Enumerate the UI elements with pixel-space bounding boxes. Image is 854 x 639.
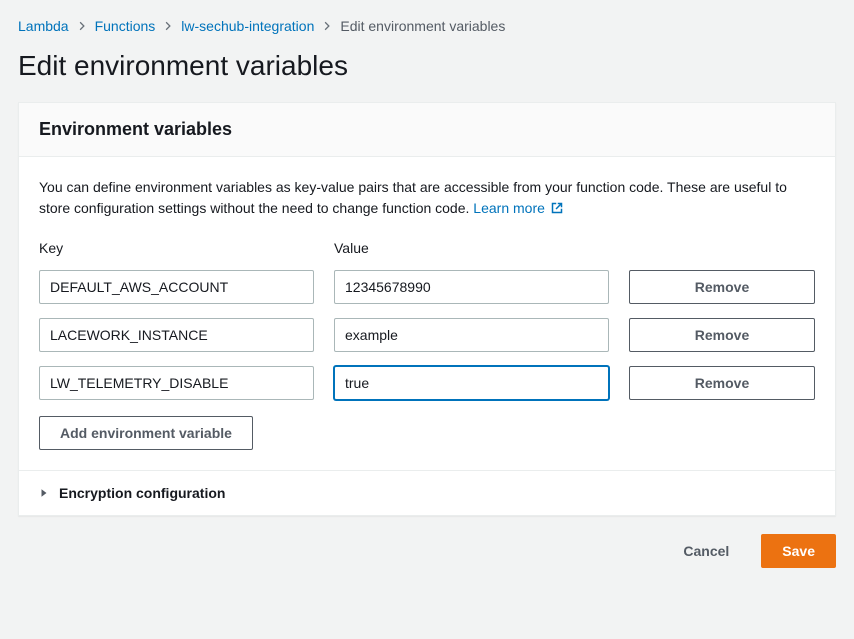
env-key-input[interactable] bbox=[39, 318, 314, 352]
chevron-right-icon bbox=[163, 21, 173, 31]
encryption-config-label: Encryption configuration bbox=[59, 485, 225, 501]
chevron-right-icon bbox=[322, 21, 332, 31]
learn-more-link[interactable]: Learn more bbox=[473, 200, 562, 216]
remove-button[interactable]: Remove bbox=[629, 270, 815, 304]
env-key-input[interactable] bbox=[39, 366, 314, 400]
breadcrumb-current: Edit environment variables bbox=[340, 18, 505, 34]
env-vars-panel: Environment variables You can define env… bbox=[18, 102, 836, 516]
env-value-input[interactable] bbox=[334, 318, 609, 352]
env-key-input[interactable] bbox=[39, 270, 314, 304]
external-link-icon bbox=[551, 199, 563, 220]
page-title: Edit environment variables bbox=[18, 50, 836, 82]
breadcrumb-lambda[interactable]: Lambda bbox=[18, 18, 69, 34]
env-vars-grid: Key Value Remove Remove Remove bbox=[39, 240, 815, 400]
chevron-right-icon bbox=[77, 21, 87, 31]
breadcrumb-function-name[interactable]: lw-sechub-integration bbox=[181, 18, 314, 34]
panel-header: Environment variables bbox=[19, 103, 835, 157]
key-column-header: Key bbox=[39, 240, 314, 256]
save-button[interactable]: Save bbox=[761, 534, 836, 568]
panel-description: You can define environment variables as … bbox=[39, 177, 815, 220]
remove-button[interactable]: Remove bbox=[629, 318, 815, 352]
env-value-input[interactable] bbox=[334, 270, 609, 304]
panel-heading: Environment variables bbox=[39, 119, 815, 140]
remove-button[interactable]: Remove bbox=[629, 366, 815, 400]
add-env-var-button[interactable]: Add environment variable bbox=[39, 416, 253, 450]
caret-right-icon bbox=[39, 488, 49, 498]
value-column-header: Value bbox=[334, 240, 609, 256]
breadcrumb-functions[interactable]: Functions bbox=[95, 18, 156, 34]
env-value-input[interactable] bbox=[334, 366, 609, 400]
cancel-button[interactable]: Cancel bbox=[663, 534, 749, 568]
footer-actions: Cancel Save bbox=[18, 534, 836, 568]
breadcrumb: Lambda Functions lw-sechub-integration E… bbox=[18, 18, 836, 34]
encryption-config-toggle[interactable]: Encryption configuration bbox=[19, 470, 835, 515]
